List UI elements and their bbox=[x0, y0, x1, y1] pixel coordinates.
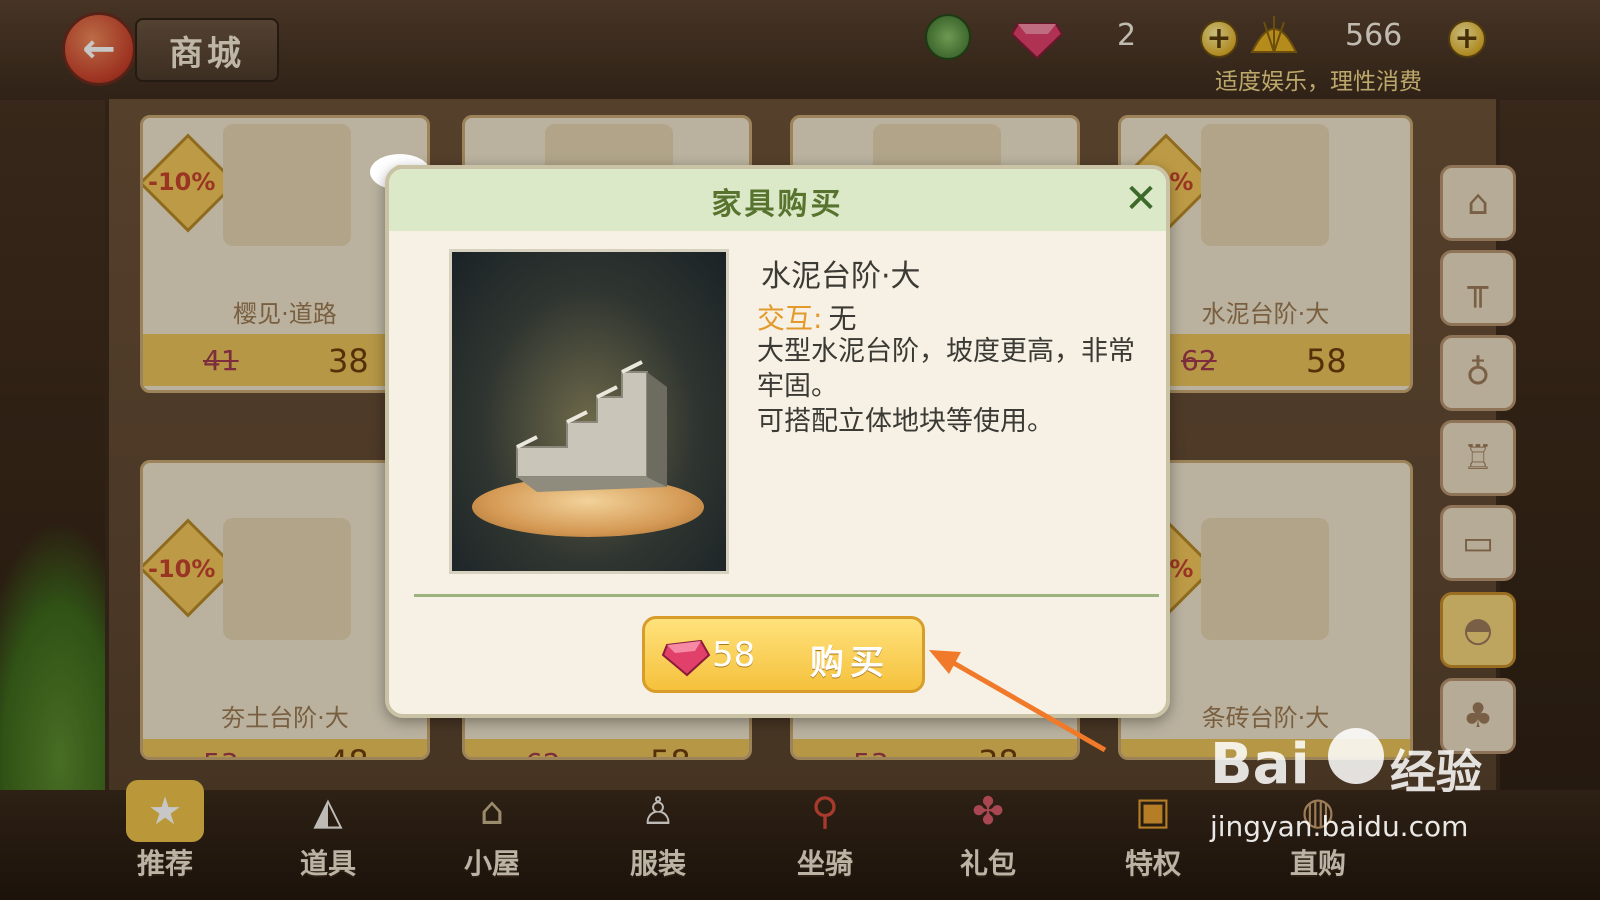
gem-icon bbox=[661, 639, 711, 677]
interaction-row: 交互: 无 bbox=[757, 297, 856, 337]
item-preview-image bbox=[449, 249, 729, 574]
watermark-brand: Bai bbox=[1210, 732, 1310, 797]
interaction-value: 无 bbox=[828, 302, 857, 335]
close-icon: ✕ bbox=[1124, 176, 1158, 222]
paw-icon bbox=[1328, 728, 1384, 784]
dialog-title: 家具购买 bbox=[711, 187, 844, 222]
annotation-arrow bbox=[929, 650, 1107, 753]
divider bbox=[414, 594, 1159, 597]
buy-button[interactable]: 58 购买 bbox=[642, 616, 925, 693]
item-description: 大型水泥台阶，坡度更高，非常牢固。 可搭配立体地块等使用。 bbox=[757, 336, 1135, 437]
interaction-label: 交互: bbox=[757, 302, 823, 335]
baidu-watermark: Bai 经验 jingyan.baidu.com bbox=[1210, 722, 1500, 862]
buy-label: 购买 bbox=[810, 643, 890, 683]
close-button[interactable]: ✕ bbox=[1121, 179, 1161, 219]
item-name: 水泥台阶·大 bbox=[761, 259, 921, 294]
buy-price: 58 bbox=[712, 635, 756, 675]
furniture-purchase-dialog: 家具购买 ✕ 水泥台阶·大 交互: 无 大型水泥台阶，坡度更高，非常牢固。 可搭配… bbox=[385, 165, 1170, 718]
stairs-illustration bbox=[516, 360, 667, 492]
watermark-brand-suffix: 经验 bbox=[1390, 745, 1482, 799]
watermark-url: jingyan.baidu.com bbox=[1210, 810, 1469, 843]
